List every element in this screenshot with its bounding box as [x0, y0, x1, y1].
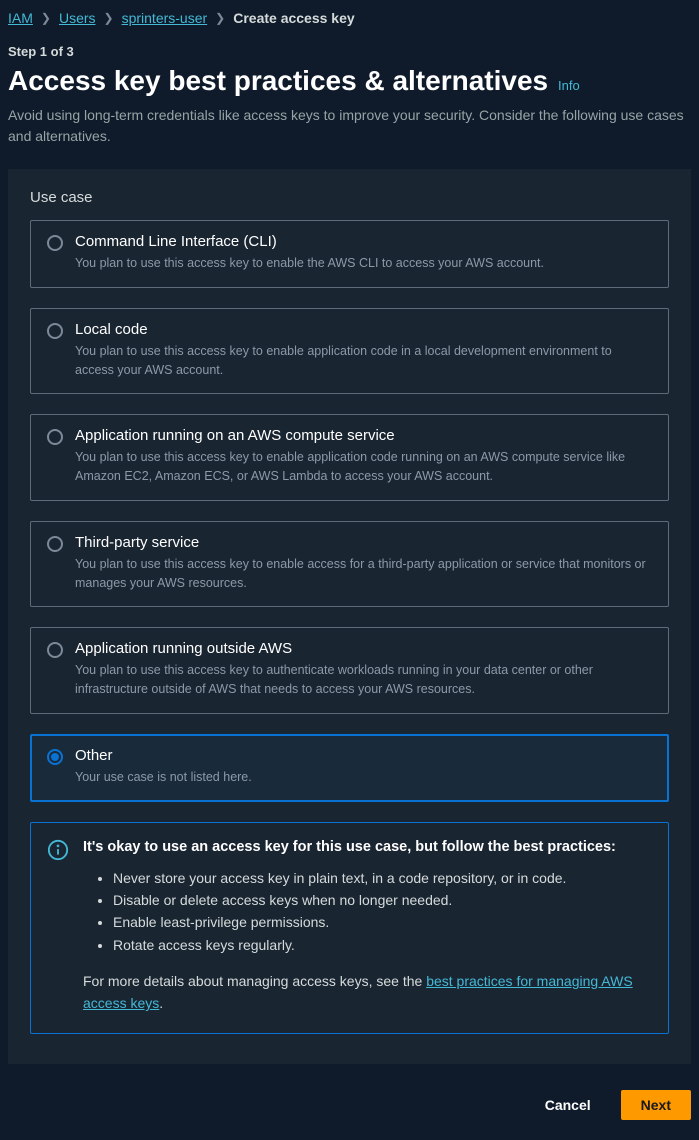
- breadcrumb-link-users[interactable]: Users: [59, 10, 96, 26]
- breadcrumb: IAM ❯ Users ❯ sprinters-user ❯ Create ac…: [8, 10, 691, 26]
- option-title: Local code: [75, 321, 652, 338]
- info-icon: [47, 839, 69, 861]
- radio-icon: [47, 749, 63, 765]
- chevron-right-icon: ❯: [215, 11, 225, 25]
- use-case-option[interactable]: Local code You plan to use this access ke…: [30, 308, 669, 395]
- page-subtitle: Avoid using long-term credentials like a…: [8, 105, 691, 147]
- use-case-option[interactable]: Application running outside AWS You plan …: [30, 627, 669, 714]
- footer-actions: Cancel Next: [8, 1090, 691, 1120]
- info-bullet: Rotate access keys regularly.: [113, 934, 650, 956]
- radio-icon: [47, 536, 63, 552]
- info-bullet: Disable or delete access keys when no lo…: [113, 889, 650, 911]
- step-indicator: Step 1 of 3: [8, 44, 691, 59]
- option-title: Third-party service: [75, 534, 652, 551]
- option-description: You plan to use this access key to enabl…: [75, 555, 652, 593]
- option-title: Application running on an AWS compute se…: [75, 427, 652, 444]
- option-title: Other: [75, 747, 252, 764]
- info-box: It's okay to use an access key for this …: [30, 822, 669, 1034]
- radio-icon: [47, 429, 63, 445]
- radio-icon: [47, 642, 63, 658]
- info-bullet: Enable least-privilege permissions.: [113, 911, 650, 933]
- option-title: Application running outside AWS: [75, 640, 652, 657]
- breadcrumb-link-username[interactable]: sprinters-user: [122, 10, 208, 26]
- chevron-right-icon: ❯: [41, 11, 51, 25]
- page-title: Access key best practices & alternatives: [8, 65, 548, 96]
- use-case-panel: Use case Command Line Interface (CLI) You…: [8, 169, 691, 1064]
- use-case-option[interactable]: Third-party service You plan to use this …: [30, 521, 669, 608]
- section-label: Use case: [30, 189, 669, 206]
- info-bullet: Never store your access key in plain tex…: [113, 867, 650, 889]
- info-more-text: For more details about managing access k…: [83, 970, 650, 1015]
- radio-icon: [47, 323, 63, 339]
- info-link[interactable]: Info: [558, 78, 580, 93]
- option-title: Command Line Interface (CLI): [75, 233, 544, 250]
- option-description: You plan to use this access key to enabl…: [75, 448, 652, 486]
- chevron-right-icon: ❯: [104, 11, 114, 25]
- use-case-option[interactable]: Command Line Interface (CLI) You plan to …: [30, 220, 669, 288]
- option-description: You plan to use this access key to enabl…: [75, 254, 544, 273]
- option-description: You plan to use this access key to authe…: [75, 661, 652, 699]
- info-bullets: Never store your access key in plain tex…: [113, 867, 650, 957]
- use-case-option[interactable]: Application running on an AWS compute se…: [30, 414, 669, 501]
- cancel-button[interactable]: Cancel: [525, 1090, 611, 1120]
- breadcrumb-link-iam[interactable]: IAM: [8, 10, 33, 26]
- use-case-option[interactable]: Other Your use case is not listed here.: [30, 734, 669, 802]
- breadcrumb-current: Create access key: [233, 10, 354, 26]
- option-description: You plan to use this access key to enabl…: [75, 342, 652, 380]
- next-button[interactable]: Next: [621, 1090, 691, 1120]
- info-heading: It's okay to use an access key for this …: [83, 839, 650, 855]
- option-description: Your use case is not listed here.: [75, 768, 252, 787]
- radio-icon: [47, 235, 63, 251]
